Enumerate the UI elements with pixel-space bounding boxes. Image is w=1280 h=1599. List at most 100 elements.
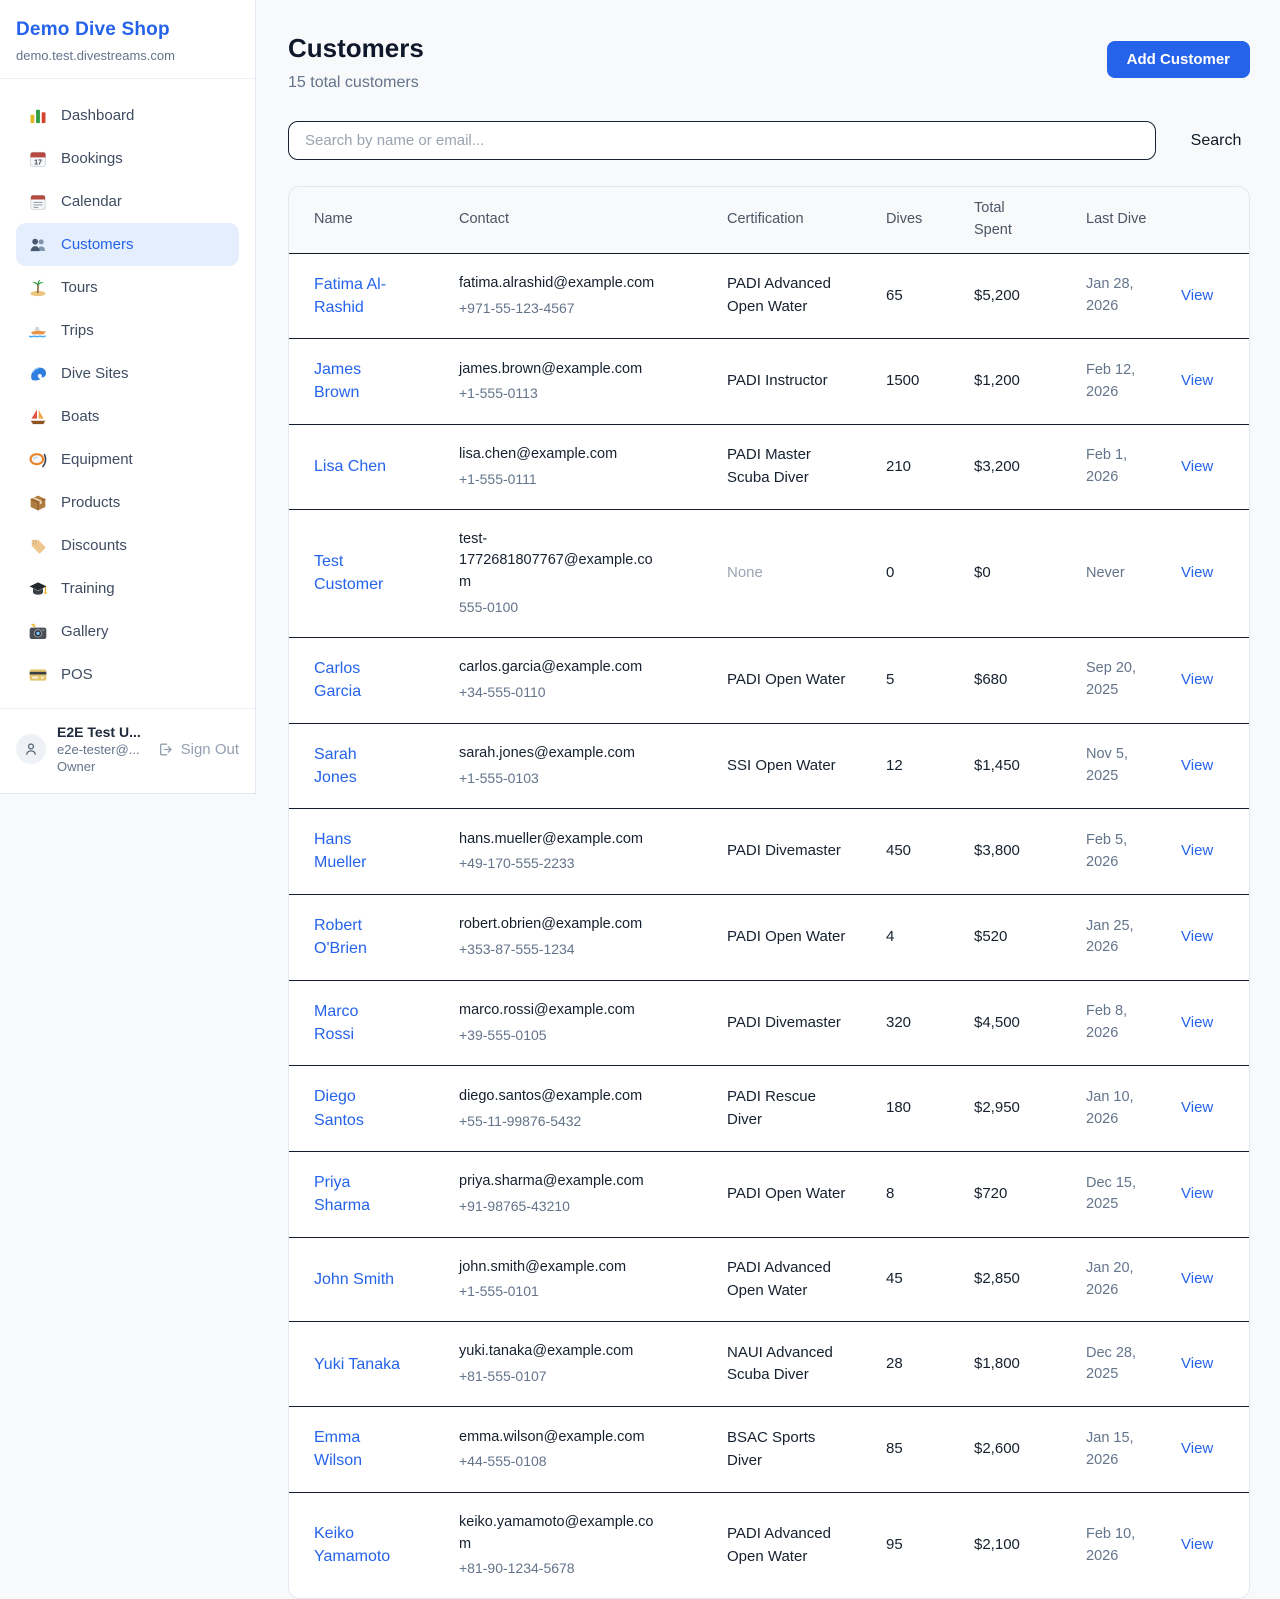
customer-phone: +353-87-555-1234 [459, 939, 717, 960]
customer-name-link[interactable]: Fatima Al-Rashid [314, 273, 402, 319]
view-link[interactable]: View [1181, 458, 1213, 475]
view-link[interactable]: View [1181, 1014, 1213, 1031]
sidebar-item-calendar[interactable]: Calendar [16, 180, 239, 223]
view-link[interactable]: View [1181, 1270, 1213, 1287]
view-link[interactable]: View [1181, 1185, 1213, 1202]
actions-cell: View [1181, 1152, 1249, 1238]
last-dive-cell: Feb 12, 2026 [1086, 339, 1181, 425]
credit-card-icon [28, 665, 48, 685]
sidebar-item-tours[interactable]: Tours [16, 266, 239, 309]
certification-cell: PADI Advanced Open Water [727, 253, 886, 339]
sidebar-item-bookings[interactable]: 17Bookings [16, 137, 239, 180]
sidebar-item-training[interactable]: Training [16, 567, 239, 610]
search-input[interactable] [288, 121, 1156, 160]
actions-cell: View [1181, 253, 1249, 339]
view-link[interactable]: View [1181, 1536, 1213, 1553]
sidebar-item-boats[interactable]: Boats [16, 395, 239, 438]
view-link[interactable]: View [1181, 1099, 1213, 1116]
customer-certification: PADI Master Scuba Diver [727, 444, 849, 489]
customer-last-dive: Dec 28, 2025 [1086, 1343, 1158, 1387]
customer-name-link[interactable]: Priya Sharma [314, 1171, 402, 1217]
sidebar-item-products[interactable]: Products [16, 481, 239, 524]
sidebar-item-pos[interactable]: POS [16, 653, 239, 696]
sidebar-item-dashboard[interactable]: Dashboard [16, 94, 239, 137]
sidebar-item-label: Trips [61, 322, 94, 339]
customer-certification: PADI Rescue Diver [727, 1086, 849, 1131]
view-link[interactable]: View [1181, 842, 1213, 859]
total-spent-cell: $720 [974, 1152, 1086, 1238]
view-link[interactable]: View [1181, 928, 1213, 945]
customer-name-link[interactable]: Yuki Tanaka [314, 1353, 400, 1376]
view-link[interactable]: View [1181, 372, 1213, 389]
sidebar-item-gallery[interactable]: Gallery [16, 610, 239, 653]
tag-icon [28, 536, 48, 556]
customer-name-link[interactable]: Test Customer [314, 550, 402, 596]
certification-cell: PADI Open Water [727, 1152, 886, 1238]
table-row: Sarah Jones sarah.jones@example.com+1-555… [289, 723, 1249, 809]
actions-cell: View [1181, 509, 1249, 637]
search-button[interactable]: Search [1182, 132, 1250, 150]
customer-dives: 28 [886, 1355, 903, 1372]
customer-last-dive: Dec 15, 2025 [1086, 1173, 1158, 1217]
people-icon [28, 235, 48, 255]
customer-phone: +91-98765-43210 [459, 1196, 717, 1217]
contact-cell: sarah.jones@example.com+1-555-0103 [459, 723, 727, 809]
customer-name-link[interactable]: John Smith [314, 1268, 394, 1291]
sidebar-item-dive-sites[interactable]: Dive Sites [16, 352, 239, 395]
total-spent-cell: $2,100 [974, 1492, 1086, 1598]
view-link[interactable]: View [1181, 757, 1213, 774]
certification-cell: SSI Open Water [727, 723, 886, 809]
customer-certification: PADI Instructor [727, 370, 828, 393]
last-dive-cell: Jan 28, 2026 [1086, 253, 1181, 339]
customer-email: james.brown@example.com [459, 359, 664, 381]
customer-name-link[interactable]: Marco Rossi [314, 1000, 402, 1046]
total-spent-cell: $2,850 [974, 1237, 1086, 1322]
total-spent-cell: $680 [974, 637, 1086, 723]
dives-cell: 210 [886, 424, 974, 509]
customer-name-link[interactable]: Sarah Jones [314, 743, 402, 789]
customer-name-link[interactable]: Emma Wilson [314, 1426, 402, 1472]
sidebar-item-trips[interactable]: Trips [16, 309, 239, 352]
view-link[interactable]: View [1181, 1355, 1213, 1372]
customer-certification: BSAC Sports Diver [727, 1427, 849, 1472]
customer-phone: +81-90-1234-5678 [459, 1558, 717, 1579]
add-customer-button[interactable]: Add Customer [1107, 41, 1250, 78]
table-row: Diego Santosdiego.santos@example.com+55-… [289, 1066, 1249, 1152]
customer-total-spent: $2,950 [974, 1099, 1020, 1116]
view-link[interactable]: View [1181, 564, 1213, 581]
customer-last-dive: Jan 25, 2026 [1086, 916, 1158, 960]
customer-name-link[interactable]: Carlos Garcia [314, 657, 402, 703]
customer-phone: +55-11-99876-5432 [459, 1111, 717, 1132]
last-dive-cell: Jan 10, 2026 [1086, 1066, 1181, 1152]
sidebar-item-customers[interactable]: Customers [16, 223, 239, 266]
table-row: Lisa Chenlisa.chen@example.com+1-555-011… [289, 424, 1249, 509]
total-spent-cell: $1,450 [974, 723, 1086, 809]
last-dive-cell: Feb 5, 2026 [1086, 809, 1181, 895]
customer-last-dive: Jan 10, 2026 [1086, 1087, 1158, 1131]
actions-cell: View [1181, 980, 1249, 1066]
customer-name-link[interactable]: Diego Santos [314, 1085, 402, 1131]
customer-name-link[interactable]: James Brown [314, 358, 402, 404]
customer-last-dive: Jan 15, 2026 [1086, 1428, 1158, 1472]
customer-name-link[interactable]: Lisa Chen [314, 455, 386, 478]
customer-name-link[interactable]: Robert O'Brien [314, 914, 402, 960]
contact-cell: emma.wilson@example.com+44-555-0108 [459, 1407, 727, 1493]
dives-cell: 65 [886, 253, 974, 339]
view-link[interactable]: View [1181, 287, 1213, 304]
last-dive-cell: Never [1086, 509, 1181, 637]
certification-cell: NAUI Advanced Scuba Diver [727, 1322, 886, 1407]
view-link[interactable]: View [1181, 671, 1213, 688]
customer-certification: None [727, 562, 763, 585]
customer-name-link[interactable]: Keiko Yamamoto [314, 1522, 402, 1568]
table-row: Keiko Yamamotokeiko.yamamoto@example.com… [289, 1492, 1249, 1598]
customer-phone: +39-555-0105 [459, 1025, 717, 1046]
sign-out-button[interactable]: Sign Out [157, 741, 239, 758]
contact-cell: james.brown@example.com+1-555-0113 [459, 339, 727, 425]
name-cell: Robert O'Brien [289, 894, 459, 980]
customer-dives: 450 [886, 842, 911, 859]
customer-dives: 0 [886, 564, 894, 581]
view-link[interactable]: View [1181, 1440, 1213, 1457]
customer-name-link[interactable]: Hans Mueller [314, 828, 402, 874]
sidebar-item-discounts[interactable]: Discounts [16, 524, 239, 567]
sidebar-item-equipment[interactable]: Equipment [16, 438, 239, 481]
